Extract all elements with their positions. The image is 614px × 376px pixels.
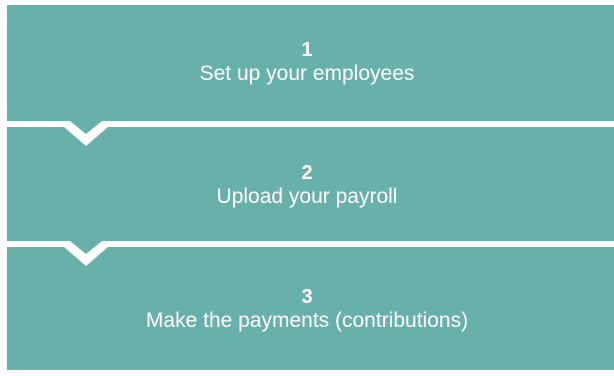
step-2-label: Upload your payroll <box>216 184 398 208</box>
step-1-number: 1 <box>301 39 313 61</box>
step-3: 3 Make the payments (contributions) <box>0 250 614 370</box>
step-1: 1 Set up your employees <box>0 5 614 121</box>
process-flow: 1 Set up your employees 2 Upload your pa… <box>0 0 614 376</box>
step-3-label: Make the payments (contributions) <box>145 309 469 332</box>
step-3-number: 3 <box>301 286 313 308</box>
step-2-number: 2 <box>301 161 313 184</box>
step-1-label: Set up your employees <box>199 62 415 85</box>
step-2: 2 Upload your payroll <box>0 130 614 241</box>
